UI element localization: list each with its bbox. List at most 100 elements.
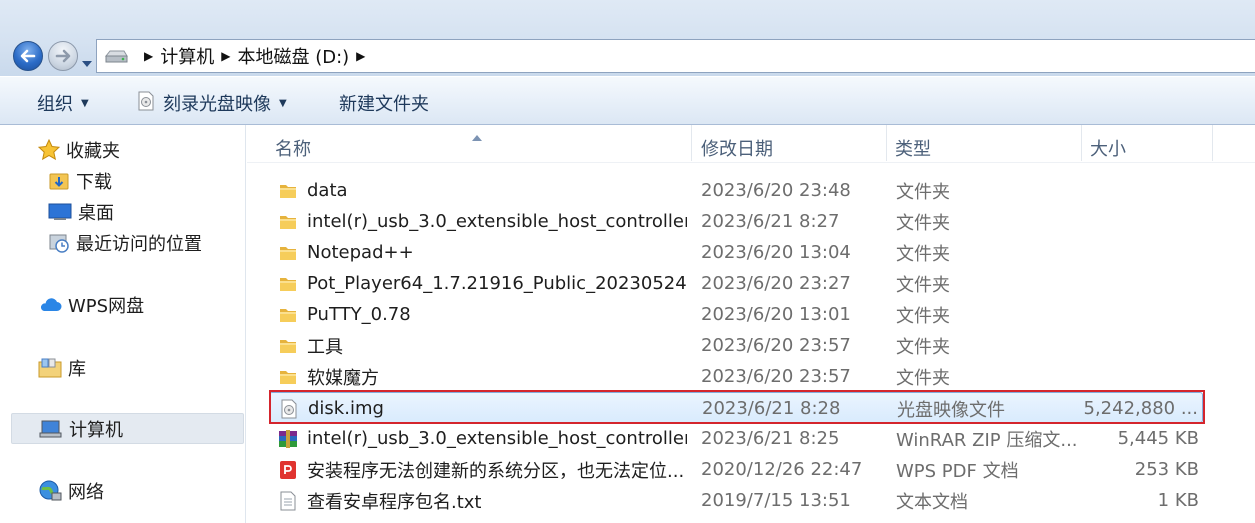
file-name: disk.img bbox=[308, 398, 384, 419]
file-row[interactable]: 查看安卓程序包名.txt 2019/7/15 13:51 文本文档 1 KB bbox=[269, 485, 1203, 516]
file-type: WPS PDF 文档 bbox=[896, 460, 1019, 482]
folder-icon bbox=[277, 273, 299, 295]
sidebar-item-label: 桌面 bbox=[78, 203, 114, 224]
folder-icon bbox=[277, 335, 299, 357]
sidebar-item-desktop[interactable]: 桌面 bbox=[48, 199, 114, 225]
back-button[interactable] bbox=[13, 41, 43, 71]
file-row[interactable]: 安装程序无法创建新的系统分区，也无法定位... 2020/12/26 22:47… bbox=[269, 454, 1203, 485]
file-row[interactable]: intel(r)_usb_3.0_extensible_host_control… bbox=[269, 206, 1203, 237]
file-date: 2023/6/21 8:25 bbox=[701, 428, 840, 449]
column-header-date[interactable]: 修改日期 bbox=[701, 135, 773, 161]
file-name: Pot_Player64_1.7.21916_Public_20230524 bbox=[307, 273, 687, 294]
folder-icon bbox=[277, 211, 299, 233]
file-name-cell: 查看安卓程序包名.txt bbox=[277, 485, 687, 516]
file-date: 2023/6/20 23:57 bbox=[701, 335, 851, 356]
column-divider[interactable] bbox=[691, 125, 692, 161]
chevron-down-icon: ▼ bbox=[81, 97, 89, 109]
sidebar-item-label: 下载 bbox=[76, 172, 112, 193]
file-row[interactable]: data 2023/6/20 23:48 文件夹 bbox=[269, 175, 1203, 206]
disc-image-icon bbox=[137, 91, 155, 116]
forward-button[interactable] bbox=[48, 41, 78, 71]
recent-pages-dropdown[interactable] bbox=[82, 52, 92, 73]
burn-disc-image-button[interactable]: 刻录光盘映像 ▼ bbox=[137, 90, 287, 116]
file-name-cell: PuTTY_0.78 bbox=[277, 299, 687, 330]
file-name-cell: intel(r)_usb_3.0_extensible_host_control… bbox=[277, 423, 687, 454]
file-type: 文件夹 bbox=[896, 367, 950, 389]
new-folder-button[interactable]: 新建文件夹 bbox=[339, 90, 429, 116]
file-list: 名称 修改日期 类型 大小 data 2023/6/20 23:48 文件夹 i… bbox=[247, 125, 1255, 523]
file-size: 5,445 KB bbox=[1117, 428, 1199, 449]
file-name: intel(r)_usb_3.0_extensible_host_control… bbox=[307, 211, 687, 232]
file-date: 2020/12/26 22:47 bbox=[701, 459, 863, 480]
file-name: 软媒魔方 bbox=[307, 367, 379, 389]
file-type: 文本文档 bbox=[896, 491, 968, 513]
breadcrumb-separator[interactable]: ▶ bbox=[356, 49, 365, 63]
file-size: 5,242,880 ... bbox=[1083, 398, 1199, 419]
file-type: 光盘映像文件 bbox=[897, 399, 1005, 421]
column-header-name[interactable]: 名称 bbox=[275, 135, 311, 161]
sidebar-item-downloads[interactable]: 下载 bbox=[48, 168, 112, 194]
library-icon bbox=[38, 357, 62, 379]
sidebar-item-wps-cloud[interactable]: WPS网盘 bbox=[38, 292, 144, 318]
cloud-icon bbox=[38, 295, 62, 315]
file-type: 文件夹 bbox=[896, 305, 950, 327]
breadcrumb-drive-d[interactable]: 本地磁盘 (D:) bbox=[237, 43, 349, 69]
file-row[interactable]: Pot_Player64_1.7.21916_Public_20230524 2… bbox=[269, 268, 1203, 299]
file-type: 文件夹 bbox=[896, 274, 950, 296]
arrow-left-icon bbox=[20, 49, 36, 63]
file-row[interactable]: PuTTY_0.78 2023/6/20 13:01 文件夹 bbox=[269, 299, 1203, 330]
column-divider[interactable] bbox=[1081, 125, 1082, 161]
download-folder-icon bbox=[48, 170, 70, 192]
breadcrumb-separator[interactable]: ▶ bbox=[221, 49, 230, 63]
sort-ascending-icon bbox=[472, 125, 482, 146]
chevron-down-icon bbox=[82, 61, 92, 67]
organize-button[interactable]: 组织 ▼ bbox=[37, 90, 89, 116]
sidebar-item-computer[interactable]: 计算机 bbox=[11, 413, 244, 444]
file-size: 1 KB bbox=[1157, 490, 1199, 511]
folder-icon bbox=[277, 366, 299, 388]
file-name: 工具 bbox=[307, 336, 343, 358]
sidebar-item-favorites[interactable]: 收藏夹 bbox=[38, 137, 120, 163]
breadcrumb-computer[interactable]: 计算机 bbox=[160, 43, 214, 69]
file-date: 2023/6/20 13:04 bbox=[701, 242, 851, 263]
column-header-size[interactable]: 大小 bbox=[1090, 135, 1126, 161]
file-type: 文件夹 bbox=[896, 336, 950, 358]
file-date: 2023/6/20 23:27 bbox=[701, 273, 851, 294]
arrow-right-icon bbox=[55, 49, 71, 63]
file-row[interactable]: intel(r)_usb_3.0_extensible_host_control… bbox=[269, 423, 1203, 454]
column-header-row: 名称 修改日期 类型 大小 bbox=[247, 125, 1255, 163]
file-date: 2023/6/20 23:57 bbox=[701, 366, 851, 387]
file-name-cell: data bbox=[277, 175, 687, 206]
file-name: Notepad++ bbox=[307, 242, 414, 263]
folder-icon bbox=[277, 242, 299, 264]
organize-label: 组织 bbox=[37, 94, 73, 115]
breadcrumb-separator[interactable]: ▶ bbox=[144, 49, 153, 63]
recent-places-icon bbox=[48, 232, 70, 254]
file-date: 2019/7/15 13:51 bbox=[701, 490, 851, 511]
file-name-cell: 安装程序无法创建新的系统分区，也无法定位... bbox=[277, 454, 687, 485]
file-date: 2023/6/20 23:48 bbox=[701, 180, 851, 201]
file-row[interactable]: 软媒魔方 2023/6/20 23:57 文件夹 bbox=[269, 361, 1203, 392]
file-date: 2023/6/21 8:28 bbox=[702, 398, 841, 419]
file-date: 2023/6/20 13:01 bbox=[701, 304, 851, 325]
file-name: 安装程序无法创建新的系统分区，也无法定位... bbox=[307, 460, 685, 482]
sidebar-item-libraries[interactable]: 库 bbox=[38, 355, 86, 381]
file-size: 253 KB bbox=[1134, 459, 1199, 480]
file-name-cell: 工具 bbox=[277, 330, 687, 361]
sidebar-item-label: 网络 bbox=[68, 482, 104, 503]
file-row[interactable]: 工具 2023/6/20 23:57 文件夹 bbox=[269, 330, 1203, 361]
file-row[interactable]: Notepad++ 2023/6/20 13:04 文件夹 bbox=[269, 237, 1203, 268]
folder-icon bbox=[277, 304, 299, 326]
file-type: 文件夹 bbox=[896, 243, 950, 265]
command-bar: 组织 ▼ 刻录光盘映像 ▼ 新建文件夹 bbox=[0, 76, 1255, 125]
disc-image-icon bbox=[278, 398, 300, 420]
file-row[interactable]: disk.img 2023/6/21 8:28 光盘映像文件 5,242,880… bbox=[269, 392, 1203, 423]
column-divider[interactable] bbox=[886, 125, 887, 161]
file-name: 查看安卓程序包名.txt bbox=[307, 491, 482, 513]
file-type: 文件夹 bbox=[896, 212, 950, 234]
column-divider[interactable] bbox=[1212, 125, 1213, 161]
sidebar-item-network[interactable]: 网络 bbox=[38, 478, 104, 504]
column-header-type[interactable]: 类型 bbox=[895, 135, 931, 161]
sidebar-item-recent-places[interactable]: 最近访问的位置 bbox=[48, 230, 202, 256]
address-bar[interactable]: ▶ 计算机 ▶ 本地磁盘 (D:) ▶ bbox=[96, 39, 1255, 73]
